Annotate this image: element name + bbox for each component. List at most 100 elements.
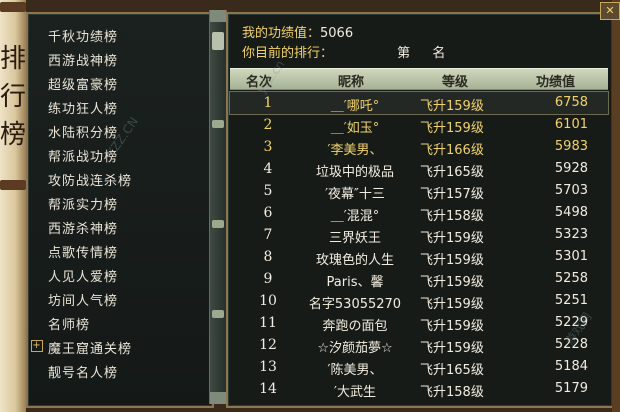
sidebar-item-8[interactable]: 西游杀神榜: [28, 216, 212, 238]
scroll-knob-2: [212, 220, 224, 228]
score-cell: 5258: [554, 271, 588, 286]
level-cell: 飞升165级: [420, 165, 484, 180]
my-score-row: 我的功绩值：5066: [242, 22, 353, 41]
nickname-cell: 玫瑰色的人生: [315, 253, 394, 268]
sidebar-scrollbar[interactable]: [209, 10, 227, 404]
level-cell: 飞升159级: [420, 231, 484, 246]
score-cell: 5251: [554, 293, 588, 308]
score-cell: 5323: [554, 227, 588, 242]
nickname-cell: ＿′如玉°: [330, 121, 380, 136]
banner-char-1: 排: [0, 44, 27, 74]
ranking-category-list: 千秋功绩榜 西游战神榜 超级富豪榜 练功狂人榜 水陆积分榜 帮派战功榜 攻防战连…: [26, 12, 214, 408]
score-cell: 5179: [554, 381, 588, 396]
table-row[interactable]: 4 垃圾中的极品 飞升165级 5928: [230, 158, 608, 180]
level-cell: 飞升157级: [420, 187, 484, 202]
expand-plus-icon[interactable]: +: [31, 340, 43, 352]
table-row[interactable]: 14 ′大武生 飞升158级 5179: [230, 378, 608, 400]
my-summary: 我的功绩值：5066 你目前的排行： 第 名: [234, 20, 606, 64]
table-row[interactable]: 13 ′陈美男、 飞升165级 5184: [230, 356, 608, 378]
sidebar-item-7[interactable]: 帮派实力榜: [28, 192, 212, 214]
window-right-border: [612, 0, 620, 412]
banner-char-2: 行: [0, 82, 27, 112]
ranking-table-header: 名次 昵称 等级 功绩值: [230, 68, 608, 90]
nickname-cell: ＿′混混°: [330, 209, 380, 224]
sidebar-item-9[interactable]: 点歌传情榜: [28, 240, 212, 262]
my-rank-suffix: 名: [432, 46, 446, 61]
my-score-value: 5066: [320, 26, 354, 41]
level-cell: 飞升159级: [420, 121, 484, 136]
level-cell: 飞升159级: [420, 341, 484, 356]
nickname-cell: ＿′哪吒°: [330, 99, 380, 114]
rank-cell: 13: [259, 359, 277, 375]
rank-cell: 12: [259, 337, 277, 353]
table-row[interactable]: 8 玫瑰色的人生 飞升159级 5301: [230, 246, 608, 268]
table-row[interactable]: 11 奔跑の面包 飞升159级 5229: [230, 312, 608, 334]
nickname-cell: 垃圾中的极品: [315, 165, 394, 180]
rank-cell: 11: [259, 315, 277, 331]
nickname-cell: Paris、馨: [326, 275, 384, 290]
scroll-knob-1: [212, 120, 224, 128]
nickname-cell: 三界妖王: [328, 231, 381, 246]
rank-cell: 14: [259, 381, 277, 397]
my-rank-prefix: 第: [397, 46, 411, 61]
header-level: 等级: [442, 75, 469, 90]
close-button[interactable]: ✕: [600, 2, 620, 20]
level-cell: 飞升158级: [420, 209, 484, 224]
rank-cell: 6: [263, 205, 273, 221]
header-nickname: 昵称: [338, 75, 365, 90]
rank-cell: 2: [263, 117, 273, 133]
score-cell: 5703: [554, 183, 588, 198]
sidebar-item-10[interactable]: 人见人爱榜: [28, 264, 212, 286]
rank-cell: 1: [263, 95, 273, 111]
ranking-panel: 我的功绩值：5066 你目前的排行： 第 名 名次 昵称 等级 功绩值 1 ＿′哪…: [226, 12, 614, 408]
rank-cell: 10: [259, 293, 277, 309]
rank-cell: 3: [263, 139, 273, 155]
decorative-scroll-banner: 排 行 榜: [0, 0, 26, 412]
my-rank-row: 你目前的排行： 第 名: [242, 42, 445, 61]
table-row[interactable]: 1 ＿′哪吒° 飞升159级 6758: [229, 91, 609, 115]
sidebar-item-0[interactable]: 千秋功绩榜: [28, 24, 212, 46]
scroll-up-button[interactable]: [210, 10, 226, 22]
sidebar-item-1[interactable]: 西游战神榜: [28, 48, 212, 70]
sidebar-item-13[interactable]: + 魔王窟通关榜: [28, 336, 212, 358]
scroll-thumb[interactable]: [212, 32, 224, 50]
scroll-down-button[interactable]: [210, 392, 226, 404]
table-row[interactable]: 10 名字53055270 飞升159级 5251: [230, 290, 608, 312]
table-row[interactable]: 7 三界妖王 飞升159级 5323: [230, 224, 608, 246]
table-row[interactable]: 2 ＿′如玉° 飞升159级 6101: [230, 114, 608, 136]
level-cell: 飞升159级: [420, 99, 484, 114]
sidebar-item-2[interactable]: 超级富豪榜: [28, 72, 212, 94]
level-cell: 飞升159级: [420, 319, 484, 334]
rank-cell: 8: [263, 249, 273, 265]
level-cell: 飞升159级: [420, 275, 484, 290]
level-cell: 飞升166级: [420, 143, 484, 158]
table-row[interactable]: 12 ☆汐颜茄夢☆ 飞升159级 5228: [230, 334, 608, 356]
banner-char-3: 榜: [0, 120, 27, 150]
my-score-label: 我的功绩值：: [242, 26, 321, 41]
rank-cell: 7: [263, 227, 273, 243]
sidebar-item-12[interactable]: 名师榜: [28, 312, 212, 334]
nickname-cell: 名字53055270: [308, 297, 402, 312]
nickname-cell: 奔跑の面包: [322, 319, 388, 334]
table-row[interactable]: 9 Paris、馨 飞升159级 5258: [230, 268, 608, 290]
level-cell: 飞升158级: [420, 385, 484, 400]
table-row[interactable]: 5 ′夜幕″十三 飞升157级 5703: [230, 180, 608, 202]
scroll-roll-bottom: [0, 180, 26, 190]
score-cell: 5983: [554, 139, 588, 154]
banner-title: 排 行 榜: [0, 40, 26, 154]
level-cell: 飞升159级: [420, 253, 484, 268]
nickname-cell: ′陈美男、: [327, 363, 383, 378]
score-cell: 6101: [554, 117, 588, 132]
sidebar-item-3[interactable]: 练功狂人榜: [28, 96, 212, 118]
sidebar-item-14[interactable]: 靓号名人榜: [28, 360, 212, 382]
table-row[interactable]: 3 ′李美男、 飞升166级 5983: [230, 136, 608, 158]
score-cell: 5498: [554, 205, 588, 220]
table-row[interactable]: 6 ＿′混混° 飞升158级 5498: [230, 202, 608, 224]
level-cell: 飞升165级: [420, 363, 484, 378]
rank-cell: 4: [263, 161, 273, 177]
sidebar-item-6[interactable]: 攻防战连杀榜: [28, 168, 212, 190]
scroll-roll-top: [0, 2, 26, 12]
sidebar-item-11[interactable]: 坊间人气榜: [28, 288, 212, 310]
score-cell: 5928: [554, 161, 588, 176]
nickname-cell: ′李美男、: [327, 143, 383, 158]
